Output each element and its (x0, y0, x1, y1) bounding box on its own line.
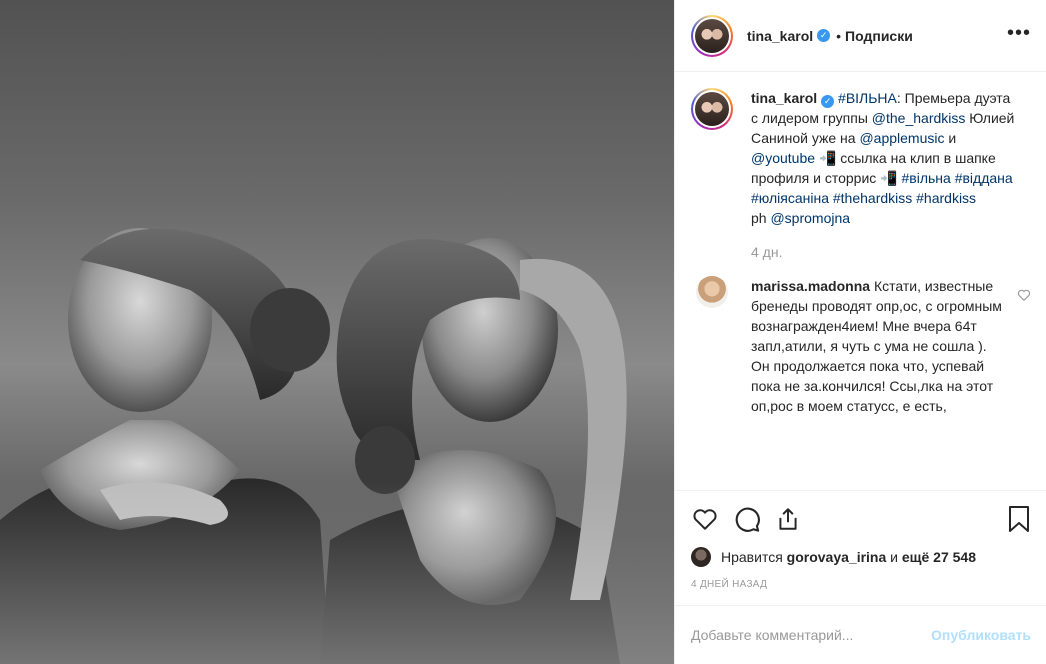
photo-illustration (0, 228, 674, 664)
author-avatar-image (695, 18, 729, 53)
likes-summary: Нравится gorovaya_irina и ещё 27 548 (691, 547, 1031, 567)
caption-username[interactable]: tina_karol (751, 90, 817, 106)
verified-icon: ✓ (817, 29, 831, 42)
bookmark-icon[interactable] (1007, 505, 1031, 533)
action-buttons (691, 491, 1031, 547)
caption-segment: и (944, 130, 957, 146)
post-actions: Нравится gorovaya_irina и ещё 27 548 4 д… (675, 490, 1046, 605)
mention-link[interactable]: @youtube (751, 150, 815, 166)
caption-text: tina_karol ✓ #ВІЛЬНА: Премьера дуэта с ли… (751, 88, 1021, 262)
author-username[interactable]: tina_karol (747, 28, 813, 44)
likes-prefix: Нравится (721, 549, 783, 565)
caption-avatar[interactable] (691, 88, 733, 130)
comment-body: Кстати, известные бренеды проводят опр,о… (751, 278, 1002, 414)
caption-comment: tina_karol ✓ #ВІЛЬНА: Премьера дуэта с ли… (691, 88, 1031, 262)
share-icon[interactable] (775, 505, 801, 533)
publish-button[interactable]: Опубликовать (931, 627, 1031, 643)
following-button[interactable]: Подписки (845, 28, 913, 44)
comment-icon[interactable] (733, 505, 761, 533)
liker-username[interactable]: gorovaya_irina (787, 549, 887, 565)
likes-middle: и (890, 549, 898, 565)
hashtag-link[interactable]: #ВІЛЬНА (838, 90, 897, 106)
comments-list[interactable]: tina_karol ✓ #ВІЛЬНА: Премьера дуэта с ли… (675, 72, 1046, 490)
comment-text: marissa.madonna Кстати, известные бренед… (751, 276, 1003, 416)
like-icon[interactable] (691, 506, 719, 532)
header-separator: • (836, 27, 842, 44)
post-header: tina_karol ✓ • Подписки ••• (675, 0, 1046, 72)
post-photo[interactable] (0, 0, 674, 664)
liker-avatar[interactable] (691, 547, 711, 567)
caption-segment: ph (751, 210, 771, 226)
phone-emoji: 📲 (880, 170, 898, 186)
header-info: tina_karol ✓ • Подписки (747, 28, 913, 44)
add-comment-bar: Добавьте комментарий... Опубликовать (675, 605, 1046, 664)
post-side-panel: tina_karol ✓ • Подписки ••• tina_karol ✓ … (674, 0, 1046, 664)
post-date[interactable]: 4 дней назад (691, 579, 1031, 590)
mention-link[interactable]: @spromojna (770, 210, 850, 226)
likes-count[interactable]: ещё 27 548 (902, 549, 976, 565)
author-avatar[interactable] (691, 14, 733, 57)
comment-input[interactable]: Добавьте комментарий... (691, 627, 931, 643)
commenter-username[interactable]: marissa.madonna (751, 278, 870, 294)
more-options-icon[interactable]: ••• (1007, 22, 1031, 45)
mention-link[interactable]: @the_hardkiss (872, 110, 966, 126)
comment-like-icon[interactable] (1017, 288, 1031, 302)
verified-icon: ✓ (821, 95, 835, 108)
caption-time[interactable]: 4 дн. (751, 242, 1021, 262)
instagram-post: tina_karol ✓ • Подписки ••• tina_karol ✓ … (0, 0, 1046, 664)
phone-emoji: 📲 (818, 150, 837, 166)
commenter-avatar[interactable] (696, 276, 728, 308)
comment-item: marissa.madonna Кстати, известные бренед… (691, 276, 1031, 416)
mention-link[interactable]: @applemusic (859, 130, 944, 146)
